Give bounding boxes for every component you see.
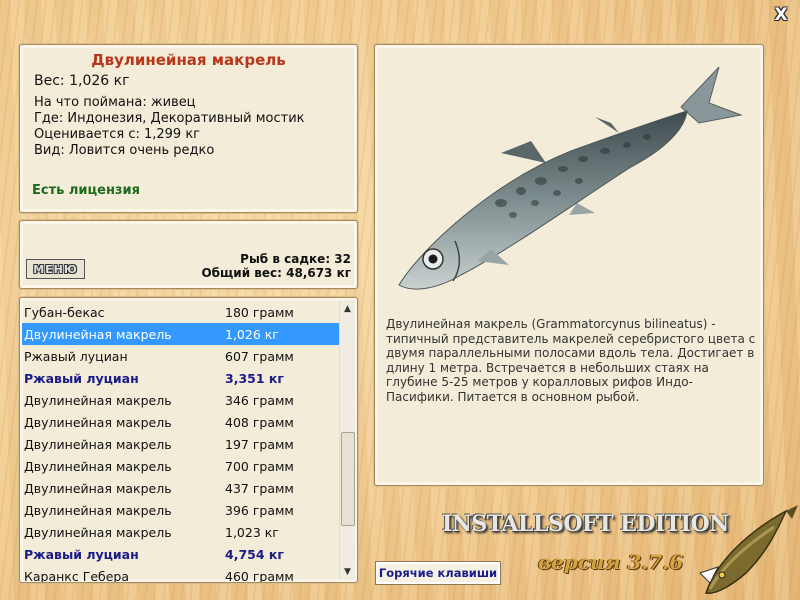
fish-row-name: Ржавый луциан	[24, 371, 139, 386]
fish-row-weight: 180 грамм	[225, 305, 294, 320]
fish-row-weight: 1,023 кг	[225, 525, 279, 540]
fish-row-weight: 460 грамм	[225, 569, 294, 583]
total-weight: Общий вес: 48,673 кг	[201, 266, 351, 280]
fish-row-weight: 346 грамм	[225, 393, 294, 408]
fish-detail-panel: Двулинейная макрель (Grammatorcynus bili…	[374, 44, 764, 486]
fish-list-row[interactable]: Губан-бекас 180 грамм	[22, 301, 340, 323]
fish-info-panel: Двулинейная макрель Вес: 1,026 кг На что…	[19, 44, 358, 213]
fish-row-weight: 607 грамм	[225, 349, 294, 364]
fish-row-name: Двулинейная макрель	[24, 327, 172, 342]
fish-row-weight: 1,026 кг	[225, 327, 279, 342]
scroll-down-icon[interactable]: ▼	[340, 565, 355, 580]
fish-list-row[interactable]: Двулинейная макрель 700 грамм	[22, 455, 340, 477]
fish-row-weight: 3,351 кг	[225, 371, 284, 386]
fish-list-row[interactable]: Двулинейная макрель 396 грамм	[22, 499, 340, 521]
version-label: версия 3.7.6	[538, 550, 684, 574]
hotkeys-button[interactable]: Горячие клавиши	[375, 561, 501, 585]
fish-list-row[interactable]: Ржавый луциан 3,351 кг	[22, 367, 340, 389]
fish-list-row[interactable]: Каранкс Гебера 460 грамм	[22, 565, 340, 583]
close-button[interactable]: X	[772, 6, 790, 24]
scroll-thumb[interactable]	[341, 432, 355, 526]
list-scrollbar[interactable]: ▲ ▼	[339, 300, 355, 580]
fish-list-row[interactable]: Ржавый луциан 607 грамм	[22, 345, 340, 367]
menu-button[interactable]: МЕНЮ	[26, 259, 85, 279]
fish-list-row[interactable]: Двулинейная макрель 437 грамм	[22, 477, 340, 499]
fish-rarity: Вид: Ловится очень редко	[34, 143, 215, 158]
valued-from: Оценивается с: 1,299 кг	[34, 127, 201, 142]
pike-logo	[699, 505, 798, 594]
keepnet-summary-panel: МЕНЮ Рыб в садке: 32 Общий вес: 48,673 к…	[19, 220, 358, 289]
fish-row-weight: 408 грамм	[225, 415, 294, 430]
fish-row-weight: 396 грамм	[225, 503, 294, 518]
brand-title: INSTALLSOFT EDITION	[442, 511, 729, 537]
license-status: Есть лицензия	[32, 183, 140, 198]
caught-with: На что поймана: живец	[34, 95, 196, 110]
fish-row-name: Двулинейная макрель	[24, 459, 172, 474]
fish-row-weight: 437 грамм	[225, 481, 294, 496]
fish-row-name: Губан-бекас	[24, 305, 105, 320]
fish-row-name: Ржавый луциан	[24, 547, 139, 562]
scroll-up-icon[interactable]: ▲	[340, 302, 355, 317]
fish-count: Рыб в садке: 32	[240, 252, 351, 266]
fish-list-row[interactable]: Двулинейная макрель 1,023 кг	[22, 521, 340, 543]
fish-row-name: Ржавый луциан	[24, 349, 128, 364]
fish-description: Двулинейная макрель (Grammatorcynus bili…	[386, 317, 756, 404]
fish-row-weight: 197 грамм	[225, 437, 294, 452]
fish-list-row[interactable]: Двулинейная макрель 1,026 кг	[22, 323, 340, 345]
fish-list-row[interactable]: Двулинейная макрель 408 грамм	[22, 411, 340, 433]
fish-list-row[interactable]: Двулинейная макрель 197 грамм	[22, 433, 340, 455]
fish-row-name: Двулинейная макрель	[24, 415, 172, 430]
fish-weight: Вес: 1,026 кг	[34, 73, 130, 89]
catch-location: Где: Индонезия, Декоративный мостик	[34, 111, 305, 126]
mackerel-fish-image	[398, 66, 743, 290]
fish-row-name: Двулинейная макрель	[24, 481, 172, 496]
fish-row-name: Двулинейная макрель	[24, 525, 172, 540]
fish-list[interactable]: Губан-бекас 180 грамм Двулинейная макрель 1…	[19, 297, 358, 583]
fish-title: Двулинейная макрель	[91, 51, 286, 69]
fish-row-name: Двулинейная макрель	[24, 393, 172, 408]
fish-row-name: Двулинейная макрель	[24, 503, 172, 518]
fish-list-row[interactable]: Двулинейная макрель 346 грамм	[22, 389, 340, 411]
fish-row-weight: 4,754 кг	[225, 547, 284, 562]
fish-row-name: Каранкс Гебера	[24, 569, 130, 583]
fish-row-name: Двулинейная макрель	[24, 437, 172, 452]
fish-row-weight: 700 грамм	[225, 459, 294, 474]
fish-list-row[interactable]: Ржавый луциан 4,754 кг	[22, 543, 340, 565]
